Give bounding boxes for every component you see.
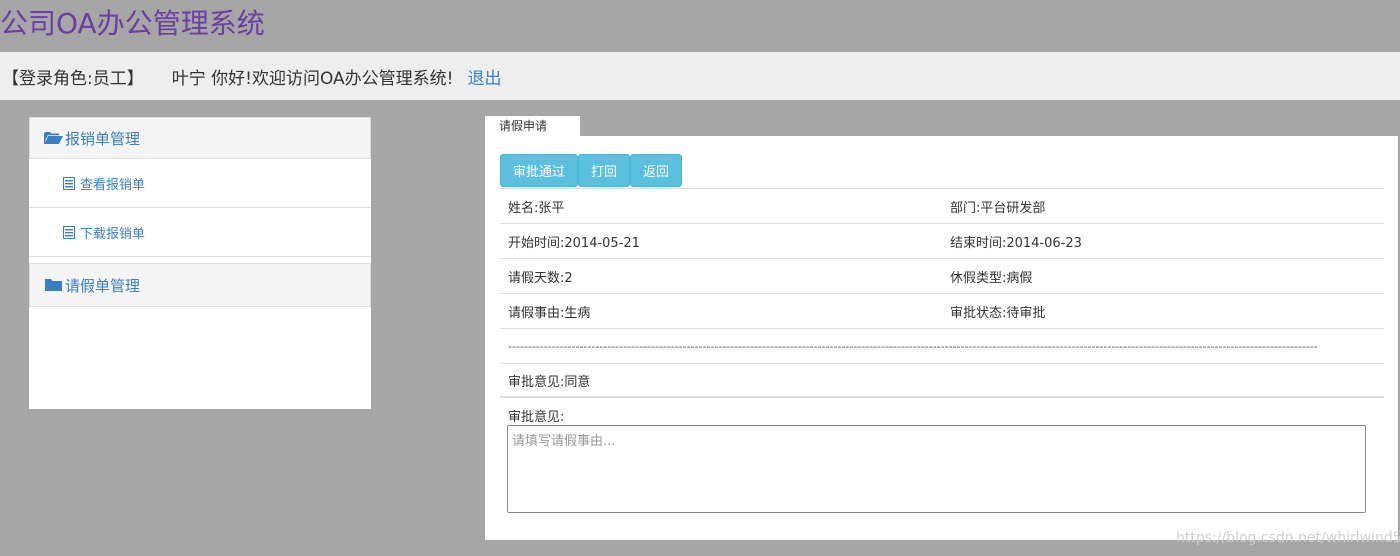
leave-reason: 请假事由:生病 bbox=[508, 305, 591, 321]
detail-row: 审批意见:同意 bbox=[500, 363, 1384, 398]
sidebar-group-expense[interactable]: 报销单管理 bbox=[29, 117, 371, 159]
app-title: 公司OA办公管理系统 bbox=[0, 7, 265, 40]
sidebar-item-view-expense[interactable]: 查看报销单 bbox=[29, 159, 371, 208]
welcome-message: 叶宁 你好!欢迎访问OA办公管理系统! bbox=[171, 68, 454, 89]
dashed-divider: ----------------------------------------… bbox=[508, 339, 1318, 353]
folder-icon bbox=[45, 279, 62, 291]
user-bar: 【登录角色:员工】 叶宁 你好!欢迎访问OA办公管理系统! 退出 bbox=[0, 52, 1400, 100]
opinion-input[interactable] bbox=[507, 425, 1366, 513]
list-icon bbox=[63, 225, 75, 239]
reject-button[interactable]: 打回 bbox=[578, 154, 631, 187]
detail-row: 开始时间:2014-05-21 结束时间:2014-06-23 bbox=[500, 223, 1384, 258]
sidebar-item-label: 下载报销单 bbox=[80, 226, 146, 242]
list-icon bbox=[63, 176, 75, 190]
end-time: 结束时间:2014-06-23 bbox=[950, 235, 1082, 251]
approve-button[interactable]: 审批通过 bbox=[500, 154, 579, 187]
leave-details: 姓名:张平 部门:平台研发部 开始时间:2014-05-21 结束时间:2014… bbox=[500, 188, 1384, 398]
previous-opinion: 审批意见:同意 bbox=[508, 374, 591, 390]
leave-days: 请假天数:2 bbox=[508, 270, 573, 286]
detail-row: 姓名:张平 部门:平台研发部 bbox=[500, 188, 1384, 223]
sidebar-group-leave[interactable]: 请假单管理 bbox=[29, 263, 371, 307]
sidebar-group-label: 报销单管理 bbox=[65, 129, 141, 148]
action-toolbar: 审批通过 打回 返回 bbox=[500, 154, 683, 187]
department: 部门:平台研发部 bbox=[950, 200, 1046, 216]
approval-status: 审批状态:待审批 bbox=[950, 305, 1046, 321]
detail-row: 请假天数:2 休假类型:病假 bbox=[500, 258, 1384, 293]
sidebar-item-download-expense[interactable]: 下载报销单 bbox=[29, 208, 371, 257]
logout-link[interactable]: 退出 bbox=[467, 64, 501, 89]
watermark: https://blog.csdn.net/whirlwind526 bbox=[1176, 530, 1400, 546]
sidebar: 报销单管理 查看报销单 下载报销单 请假单管理 bbox=[29, 117, 371, 409]
divider-row: ----------------------------------------… bbox=[500, 328, 1384, 363]
detail-row: 请假事由:生病 审批状态:待审批 bbox=[500, 293, 1384, 328]
tab-leave-request[interactable]: 请假申请 bbox=[485, 116, 580, 136]
opinion-label: 审批意见: bbox=[508, 410, 565, 425]
back-button[interactable]: 返回 bbox=[630, 154, 683, 187]
leave-type: 休假类型:病假 bbox=[950, 270, 1033, 286]
sidebar-group-label: 请假单管理 bbox=[65, 276, 141, 295]
folder-open-icon bbox=[44, 132, 63, 144]
login-role: 【登录角色:员工】 bbox=[2, 68, 144, 89]
applicant-name: 姓名:张平 bbox=[508, 200, 565, 216]
start-time: 开始时间:2014-05-21 bbox=[508, 235, 640, 251]
sidebar-item-label: 查看报销单 bbox=[80, 177, 146, 193]
leave-request-panel: 审批通过 打回 返回 姓名:张平 部门:平台研发部 开始时间:2014-05-2… bbox=[485, 136, 1398, 540]
